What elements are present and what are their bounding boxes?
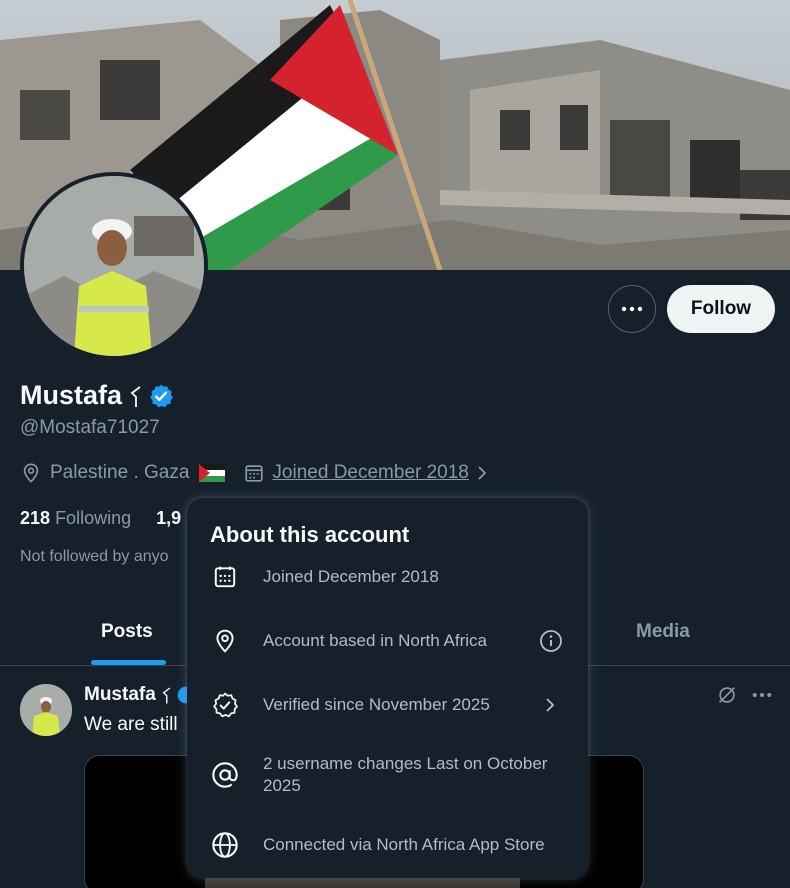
not-followed-text: Not followed by anyo <box>20 548 169 565</box>
calendar-icon <box>214 566 236 588</box>
palestine-flag-icon <box>199 464 226 482</box>
about-verified-text: Verified since November 2025 <box>263 695 490 714</box>
profile-name-text: Mustafa <box>20 380 123 410</box>
followers-link[interactable]: 1,9 <box>156 508 181 528</box>
about-connected-text: Connected via North Africa App Store <box>263 835 545 854</box>
about-joined-text: Joined December 2018 <box>263 567 439 586</box>
verified-badge-icon[interactable] <box>148 383 174 409</box>
post-author-avatar[interactable] <box>20 684 72 736</box>
verified-badge-icon <box>213 692 238 718</box>
avatar-image <box>24 176 204 356</box>
post-actions <box>716 684 772 706</box>
follow-button[interactable]: Follow <box>667 285 775 333</box>
profile-name: Mustafa <box>20 380 174 411</box>
about-row-username-changes: 2 username changes Last on October 2025 <box>210 753 565 797</box>
followers-count: 1,9 <box>156 508 182 528</box>
more-options-button[interactable] <box>608 285 656 333</box>
location-pin-icon <box>216 629 234 653</box>
globe-icon <box>212 832 238 858</box>
following-link[interactable]: 218 Following <box>20 508 131 528</box>
active-tab-indicator <box>91 660 166 665</box>
arabic-symbol-icon <box>162 687 171 704</box>
more-dots-icon <box>621 306 643 312</box>
about-account-popup: About this account Joined December 2018 … <box>187 498 588 878</box>
post-text: We are still <box>84 714 178 735</box>
following-label: Following <box>55 508 132 528</box>
chevron-right-icon <box>546 698 555 712</box>
chevron-right-icon[interactable] <box>475 462 491 484</box>
about-location-text: Account based in North Africa <box>263 631 487 650</box>
about-username-text: 2 username changes Last on October 2025 <box>263 754 548 795</box>
tab-media[interactable]: Media <box>636 621 690 643</box>
follow-stats: 218 Following 1,9 <box>20 508 181 529</box>
about-row-joined: Joined December 2018 <box>210 564 565 590</box>
about-row-verified[interactable]: Verified since November 2025 <box>210 692 565 718</box>
following-count: 218 <box>20 508 51 528</box>
info-icon[interactable] <box>539 629 563 653</box>
profile-meta: Palestine . Gaza Joined December 2018 <box>20 462 491 484</box>
popup-title: About this account <box>210 522 410 547</box>
about-row-connected: Connected via North Africa App Store <box>210 831 565 859</box>
joined-date-link[interactable]: Joined December 2018 <box>272 462 468 484</box>
calendar-icon <box>245 465 264 482</box>
location-pin-icon <box>23 463 39 483</box>
post-avatar-image <box>20 684 72 736</box>
grok-icon[interactable] <box>716 684 738 706</box>
post-author[interactable]: Mustafa <box>84 684 196 706</box>
profile-avatar[interactable] <box>20 172 208 360</box>
post-more-icon[interactable] <box>752 692 772 698</box>
arabic-symbol-icon <box>130 385 141 407</box>
profile-handle: @Mostafa71027 <box>20 417 160 438</box>
profile-location: Palestine . Gaza <box>50 462 190 483</box>
about-row-location: Account based in North Africa <box>210 628 565 654</box>
at-sign-icon <box>212 762 238 788</box>
post-author-name: Mustafa <box>84 684 156 705</box>
tab-posts[interactable]: Posts <box>101 621 153 643</box>
